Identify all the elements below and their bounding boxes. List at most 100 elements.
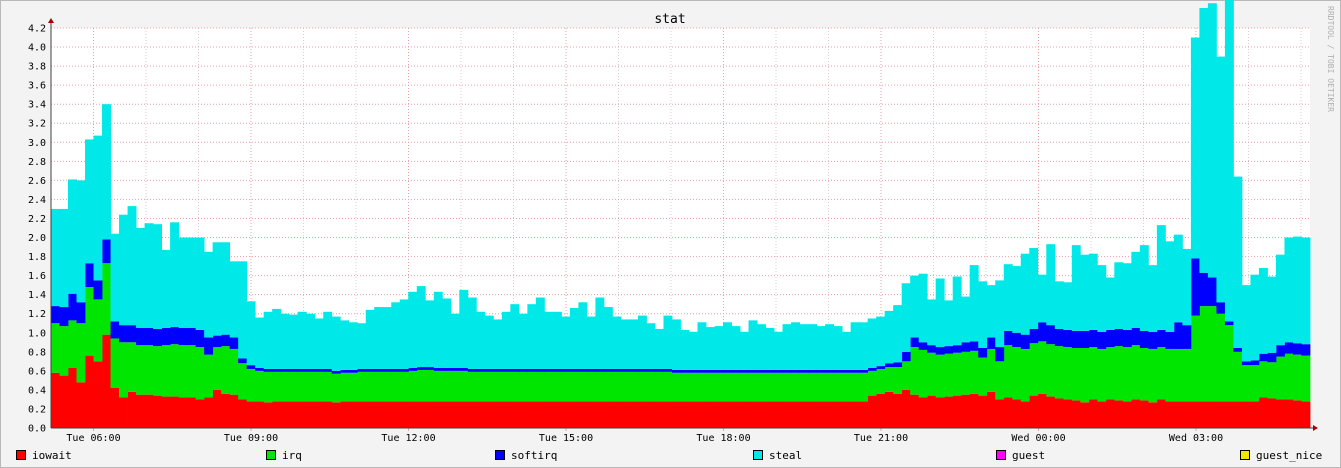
area-segment [629,368,639,372]
area-segment [884,367,894,392]
area-segment [833,326,843,370]
area-segment [127,325,137,343]
area-segment [1199,272,1209,307]
area-segment [918,273,928,343]
area-segment [110,321,120,339]
area-segment [1301,355,1311,402]
area-segment [1071,330,1081,348]
area-segment [110,338,120,388]
area-segment [1258,353,1268,362]
area-segment [825,324,835,370]
area-segment [706,401,715,428]
area-segment [578,368,588,372]
area-segment [978,348,988,358]
area-segment [59,208,69,308]
area-segment [620,371,630,402]
area-segment [714,372,724,402]
area-segment [1190,401,1200,428]
area-segment [1139,348,1149,401]
area-segment [1088,253,1098,330]
chart-title: stat [654,12,685,27]
area-segment [1122,401,1132,428]
area-segment [408,291,418,368]
area-segment [1207,277,1217,307]
area-segment [595,368,605,372]
area-segment [459,370,469,402]
area-segment [697,322,707,370]
area-segment [1131,251,1141,328]
area-segment [765,401,775,428]
area-segment [918,342,928,350]
area-segment [961,296,971,343]
area-segment [842,401,852,428]
area-segment [697,372,707,402]
area-segment [961,342,971,352]
area-segment [714,369,724,373]
area-segment [1258,361,1268,398]
area-segment [1029,395,1039,428]
y-tick-labels: 0.0 0.2 0.4 0.6 0.8 1.0 1.2 1.4 1.6 1.8 2.0 2.2 2.4 2… [28,24,46,435]
y-tick-label: 4.0 [28,43,46,54]
area-segment [1105,277,1115,330]
area-segment [1275,356,1285,400]
y-tick-label: 2.8 [28,157,46,168]
area-segment [901,351,911,362]
area-segment [569,368,579,372]
area-segment [1003,330,1013,346]
area-segment [501,371,511,402]
area-segment [76,382,86,428]
area-segment [620,319,630,369]
area-segment [246,301,256,366]
area-segment [144,394,154,428]
legend-item-guest_nice: guest_nice [1240,446,1322,464]
area-segment [1301,237,1311,345]
area-segment [1156,329,1166,348]
area-segment [561,368,571,372]
area-segment [603,371,613,402]
area-segment [102,334,111,428]
area-segment [986,337,996,349]
area-segment [765,372,775,402]
area-segment [204,337,214,355]
area-segment [867,395,877,428]
area-segment [689,331,698,370]
area-segment [731,372,741,402]
area-segment [663,368,673,372]
area-segment [263,311,273,369]
area-segment [459,401,469,428]
area-segment [893,362,903,368]
area-segment [740,401,749,428]
area-segment [859,369,869,373]
area-segment [1139,400,1149,428]
area-segment [1250,365,1260,402]
area-segment [986,391,996,428]
area-segment [1139,330,1149,348]
area-segment [442,370,452,402]
area-segment [944,346,954,354]
area-segment [1131,328,1141,346]
area-segment [595,401,605,428]
area-segment [467,297,477,369]
area-segment [1233,348,1243,352]
area-segment [493,368,503,372]
area-segment [697,369,707,373]
area-segment [340,320,350,370]
area-segment [442,401,452,428]
area-segment [119,214,128,326]
area-segment [689,369,698,373]
legend-label: iowait [32,448,72,462]
area-segment [459,368,469,371]
area-segment [289,368,299,372]
area-segment [450,370,460,402]
area-segment [1097,331,1107,349]
area-segment [501,311,511,369]
area-segment [365,401,375,428]
legend-label: guest [1012,448,1046,462]
area-segment [510,304,520,369]
area-segment [170,396,179,428]
area-segment [774,372,783,402]
area-segment [59,375,69,428]
area-segment [578,371,588,402]
area-segment [1165,348,1175,402]
area-segment [297,368,307,372]
